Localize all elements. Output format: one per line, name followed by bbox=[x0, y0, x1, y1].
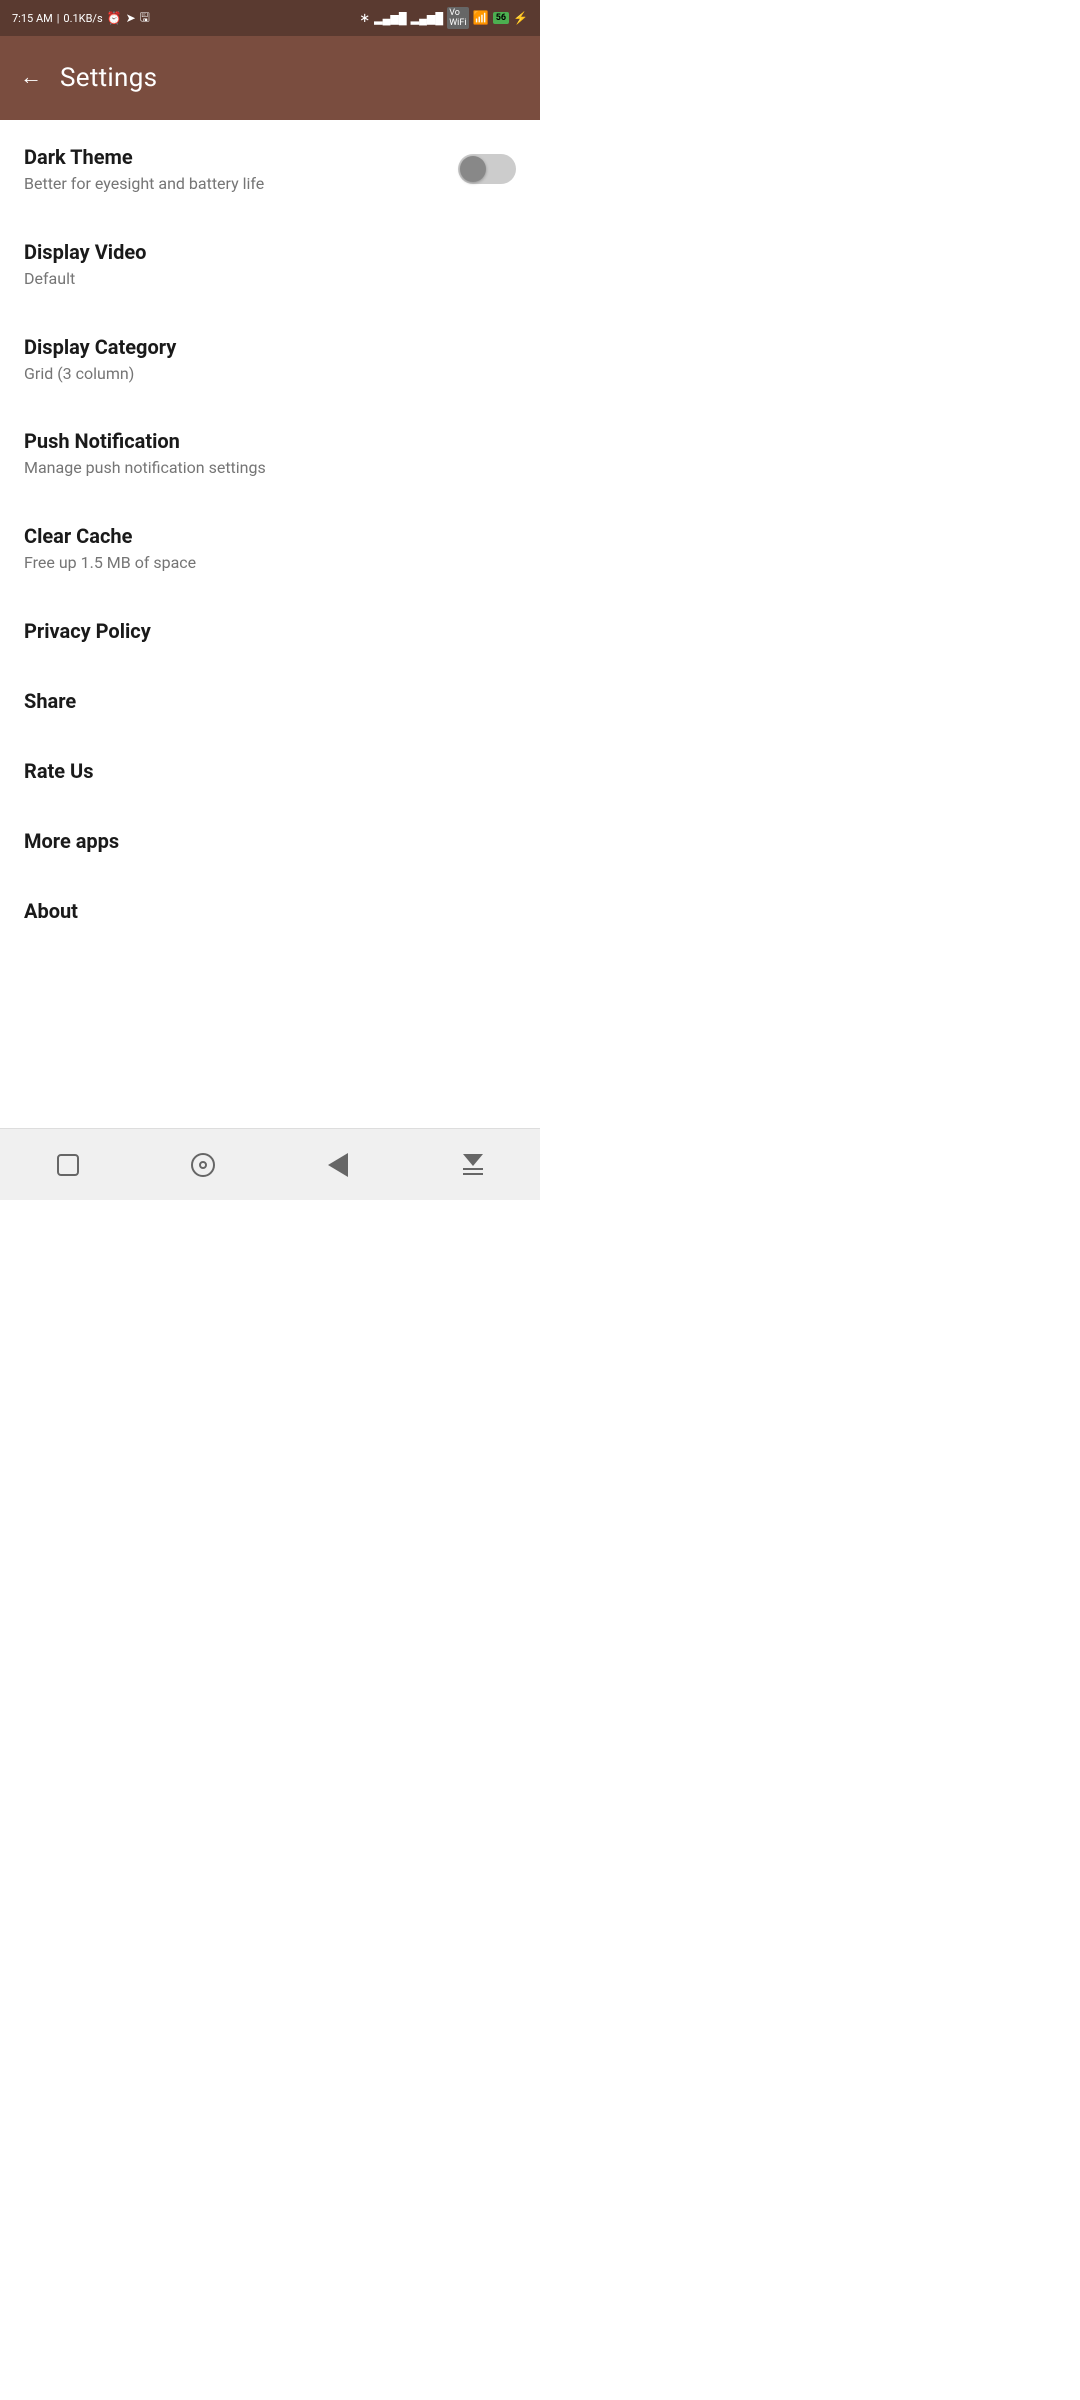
download-button[interactable] bbox=[443, 1135, 503, 1195]
display-video-content: Display Video Default bbox=[24, 239, 516, 290]
back-button[interactable]: ← bbox=[20, 67, 42, 89]
about-title: About bbox=[24, 898, 516, 924]
vowifi-icon: VoWiFi bbox=[447, 7, 468, 29]
bluetooth-icon: ∗ bbox=[359, 11, 370, 26]
status-right: ∗ ▂▄▆█ ▂▄▆█ VoWiFi 📶 56 ⚡ bbox=[359, 7, 528, 29]
clear-cache-content: Clear Cache Free up 1.5 MB of space bbox=[24, 523, 516, 574]
display-video-subtitle: Default bbox=[24, 269, 516, 290]
download-stem bbox=[463, 1168, 483, 1170]
privacy-policy-title: Privacy Policy bbox=[24, 618, 516, 644]
share-content: Share bbox=[24, 688, 516, 714]
back-icon bbox=[328, 1153, 348, 1177]
charging-icon: ⚡ bbox=[513, 11, 528, 25]
about-content: About bbox=[24, 898, 516, 924]
recents-button[interactable] bbox=[38, 1135, 98, 1195]
clear-cache-subtitle: Free up 1.5 MB of space bbox=[24, 553, 516, 574]
settings-item-dark-theme[interactable]: Dark Theme Better for eyesight and batte… bbox=[0, 120, 540, 215]
settings-item-share[interactable]: Share bbox=[0, 664, 540, 734]
navigation-icon: ➤ bbox=[126, 11, 136, 25]
display-category-subtitle: Grid (3 column) bbox=[24, 364, 516, 385]
settings-item-privacy-policy[interactable]: Privacy Policy bbox=[0, 594, 540, 664]
settings-item-push-notification[interactable]: Push Notification Manage push notificati… bbox=[0, 404, 540, 499]
dark-theme-subtitle: Better for eyesight and battery life bbox=[24, 174, 458, 195]
push-notification-title: Push Notification bbox=[24, 428, 516, 454]
share-title: Share bbox=[24, 688, 516, 714]
dark-theme-toggle[interactable] bbox=[458, 154, 516, 184]
settings-item-display-video[interactable]: Display Video Default bbox=[0, 215, 540, 310]
privacy-policy-content: Privacy Policy bbox=[24, 618, 516, 644]
home-circle-outer bbox=[191, 1153, 215, 1177]
settings-item-more-apps[interactable]: More apps bbox=[0, 804, 540, 874]
display-category-content: Display Category Grid (3 column) bbox=[24, 334, 516, 385]
home-button[interactable] bbox=[173, 1135, 233, 1195]
settings-item-display-category[interactable]: Display Category Grid (3 column) bbox=[0, 310, 540, 405]
display-category-title: Display Category bbox=[24, 334, 516, 360]
back-nav-button[interactable] bbox=[308, 1135, 368, 1195]
recents-icon bbox=[57, 1154, 79, 1176]
toggle-knob bbox=[460, 156, 486, 182]
home-circle-inner bbox=[199, 1161, 207, 1169]
battery-icon: 56 bbox=[493, 12, 509, 24]
dark-theme-content: Dark Theme Better for eyesight and batte… bbox=[24, 144, 458, 195]
display-video-title: Display Video bbox=[24, 239, 516, 265]
status-left: 7:15 AM | 0.1KB/s ⏰ ➤ 🖫 bbox=[12, 8, 150, 29]
settings-item-about[interactable]: About bbox=[0, 874, 540, 944]
clear-cache-title: Clear Cache bbox=[24, 523, 516, 549]
status-speed: 0.1KB/s bbox=[63, 12, 102, 25]
settings-list: Dark Theme Better for eyesight and batte… bbox=[0, 120, 540, 944]
download-arrow bbox=[463, 1154, 483, 1166]
settings-item-clear-cache[interactable]: Clear Cache Free up 1.5 MB of space bbox=[0, 499, 540, 594]
home-icon bbox=[191, 1153, 215, 1177]
download-base bbox=[463, 1173, 483, 1175]
rate-us-content: Rate Us bbox=[24, 758, 516, 784]
nav-bar bbox=[0, 1128, 540, 1200]
more-apps-content: More apps bbox=[24, 828, 516, 854]
signal-icon: ▂▄▆█ bbox=[374, 12, 407, 25]
app-bar: ← Settings bbox=[0, 36, 540, 120]
signal2-icon: ▂▄▆█ bbox=[411, 12, 444, 25]
page-title: Settings bbox=[60, 63, 157, 93]
status-separator: | bbox=[57, 12, 60, 25]
status-time: 7:15 AM bbox=[12, 12, 53, 25]
push-notification-subtitle: Manage push notification settings bbox=[24, 458, 516, 479]
rate-us-title: Rate Us bbox=[24, 758, 516, 784]
status-bar: 7:15 AM | 0.1KB/s ⏰ ➤ 🖫 ∗ ▂▄▆█ ▂▄▆█ VoWi… bbox=[0, 0, 540, 36]
push-notification-content: Push Notification Manage push notificati… bbox=[24, 428, 516, 479]
alarm-icon: ⏰ bbox=[107, 11, 122, 25]
wifi-icon: 📶 bbox=[473, 11, 489, 26]
settings-item-rate-us[interactable]: Rate Us bbox=[0, 734, 540, 804]
sim-icon: 🖫 bbox=[140, 8, 150, 29]
dark-theme-title: Dark Theme bbox=[24, 144, 458, 170]
download-icon bbox=[463, 1154, 483, 1175]
more-apps-title: More apps bbox=[24, 828, 516, 854]
